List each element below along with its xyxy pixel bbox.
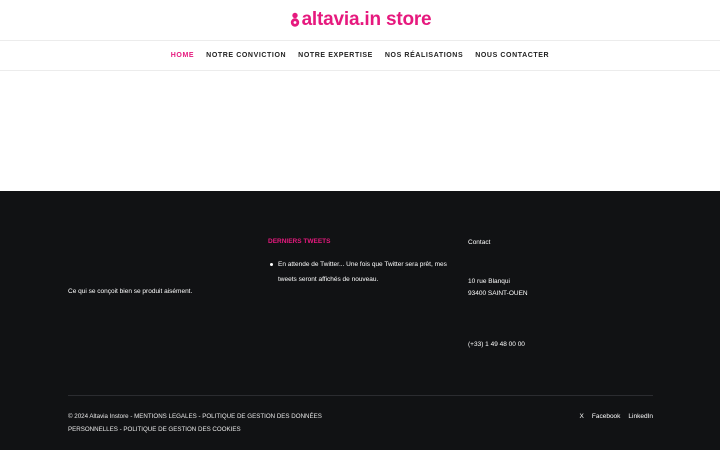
nav-divider xyxy=(0,70,720,71)
social-links: X Facebook LinkedIn xyxy=(580,413,653,420)
tweets-widget-title: DERNIERS TWEETS xyxy=(268,238,331,245)
footer-divider xyxy=(68,395,653,396)
tweet-item: En attende de Twitter... Une fois que Tw… xyxy=(268,257,458,287)
copyright-text: © 2024 Altavia Instore - xyxy=(68,413,135,420)
contact-phone[interactable]: (+33) 1 49 48 00 00 xyxy=(468,340,525,349)
legal-notice-link[interactable]: MENTIONS LEGALES xyxy=(134,413,197,420)
nav-item-expertise[interactable]: NOTRE EXPERTISE xyxy=(298,52,373,59)
site-logo[interactable]: altavia.in store xyxy=(0,9,720,33)
site-footer: Ce qui se conçoit bien se produit aiséme… xyxy=(0,191,720,450)
tweets-list: En attende de Twitter... Une fois que Tw… xyxy=(268,257,458,287)
linkedin-icon[interactable]: LinkedIn xyxy=(628,413,653,420)
nav-item-contact[interactable]: NOUS CONTACTER xyxy=(475,52,549,59)
copyright-bar: © 2024 Altavia Instore - MENTIONS LEGALE… xyxy=(68,411,368,436)
cookie-policy-link[interactable]: POLITIQUE DE GESTION DES COOKIES xyxy=(123,426,240,433)
altavia-logo-icon xyxy=(289,11,301,33)
x-icon[interactable]: X xyxy=(580,413,584,420)
facebook-icon[interactable]: Facebook xyxy=(592,413,621,420)
logo-text: altavia.in store xyxy=(301,9,432,30)
contact-title: Contact xyxy=(468,239,491,246)
main-nav: HOME NOTRE CONVICTION NOTRE EXPERTISE NO… xyxy=(0,41,720,70)
contact-address-line2: 93400 SAINT-OUEN xyxy=(468,290,528,297)
contact-address-line1: 10 rue Blanqui xyxy=(468,278,510,285)
nav-item-realisations[interactable]: NOS RÉALISATIONS xyxy=(385,52,463,59)
footer-tagline: Ce qui se conçoit bien se produit aiséme… xyxy=(68,288,193,295)
nav-item-conviction[interactable]: NOTRE CONVICTION xyxy=(206,52,286,59)
nav-item-home[interactable]: HOME xyxy=(171,52,194,59)
site-header: altavia.in store HOME NOTRE CONVICTION N… xyxy=(0,0,720,71)
